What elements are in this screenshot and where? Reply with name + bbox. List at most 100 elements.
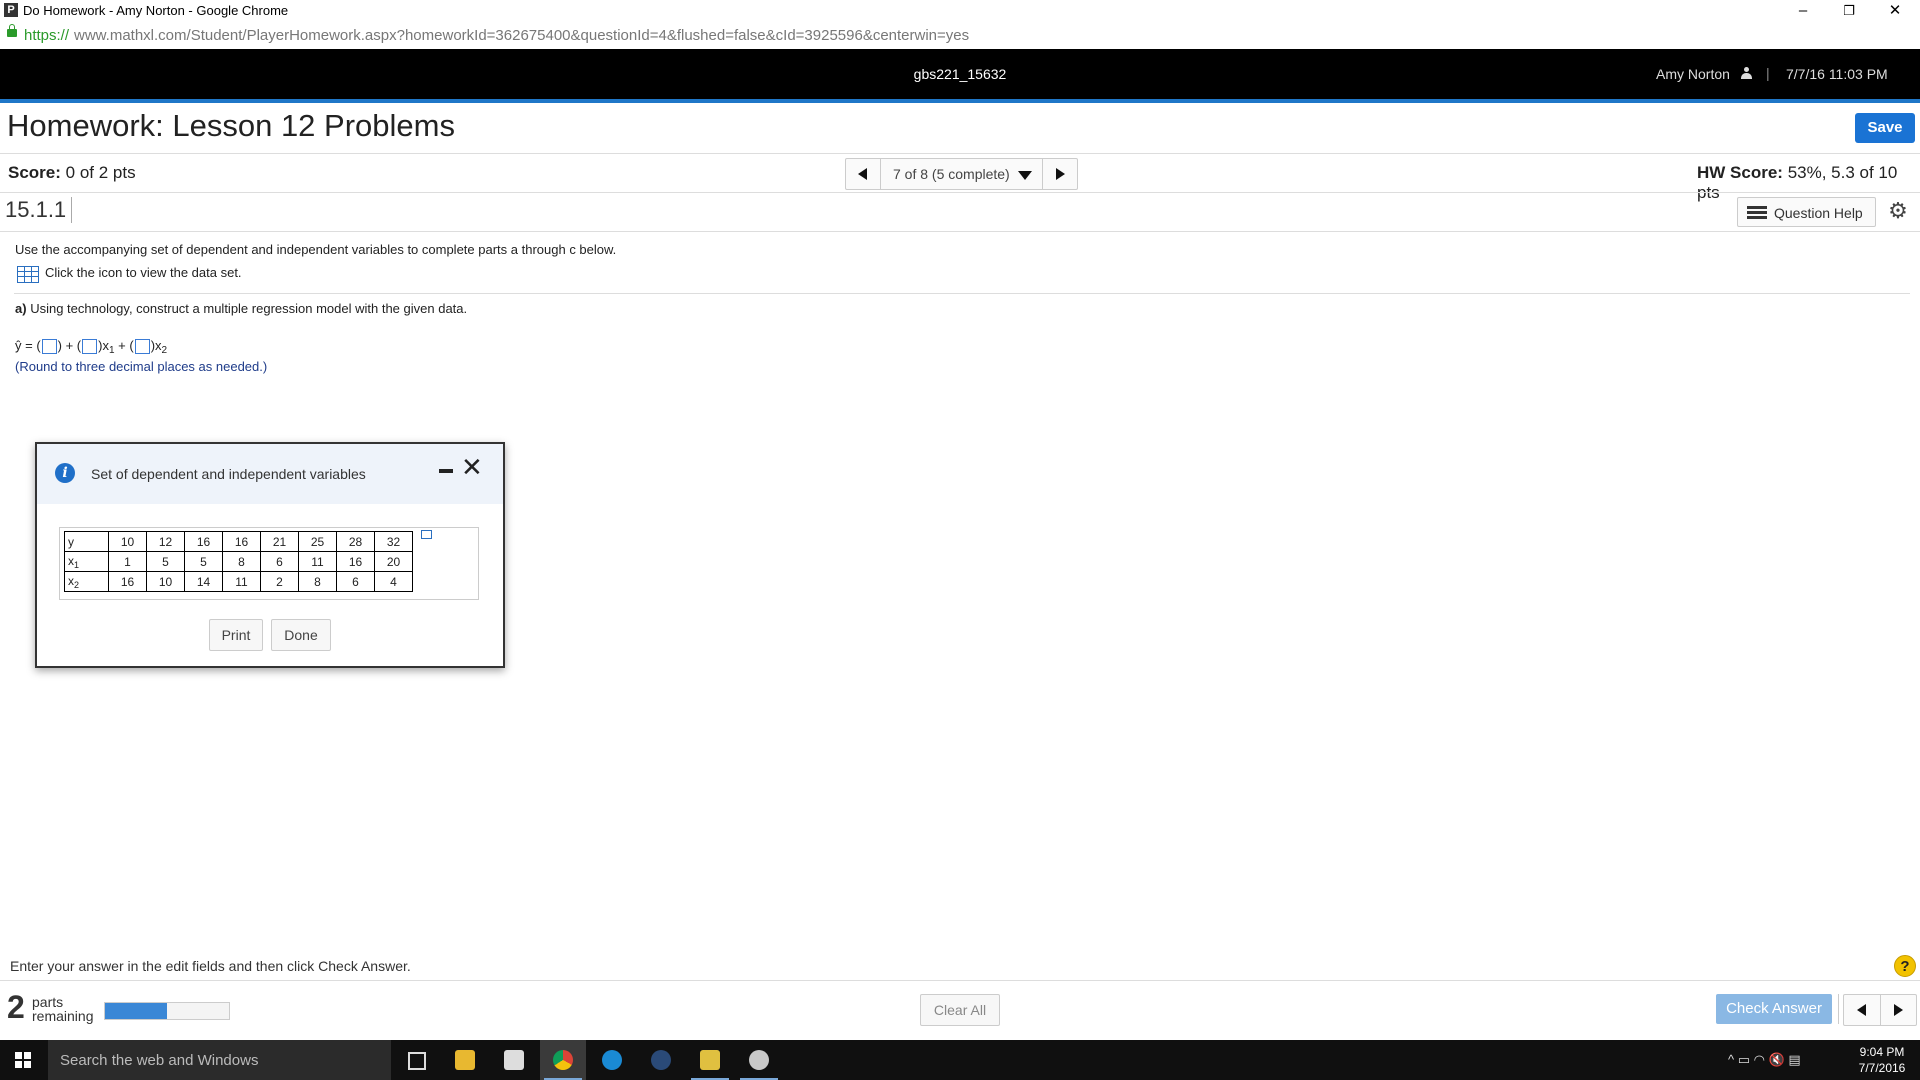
data-cell: 6 [260,551,299,572]
print-button[interactable]: Print [209,619,263,651]
question-navigator: 7 of 8 (5 complete) [845,158,1078,190]
data-cell: 32 [374,531,413,552]
system-tray-icons[interactable]: ^ ▭ ◠ 🔇 ▤ [1728,1052,1801,1068]
course-name: gbs221_15632 [913,66,1007,82]
divider [14,293,1910,294]
app-button[interactable] [687,1040,733,1080]
data-cell: 28 [336,531,375,552]
taskbar-search[interactable]: Search the web and Windows [48,1040,391,1080]
store-button[interactable] [491,1040,537,1080]
arrow-right-icon [1894,1004,1903,1016]
user-name[interactable]: Amy Norton [1656,66,1730,82]
data-cell: 20 [374,551,413,572]
row-subscript: 2 [74,579,80,590]
row-subscript: 1 [74,559,80,570]
restore-window-button[interactable]: ❐ [1826,0,1872,23]
parts-progress-bar [104,1002,230,1020]
question-help-label: Question Help [1774,205,1863,221]
skype-icon [602,1050,622,1070]
row-variable: y [68,534,74,549]
data-cell: 25 [298,531,337,552]
gear-icon[interactable]: ⚙ [1887,200,1909,222]
divider [0,980,1920,981]
hw-score-label: HW Score: [1697,163,1783,182]
data-table-row: y 10 12 16 16 21 25 28 32 [64,531,413,552]
done-button[interactable]: Done [271,619,331,651]
arrow-left-icon [1857,1004,1866,1016]
question-help-button[interactable]: Question Help [1737,197,1876,227]
arrow-left-icon [858,168,867,180]
close-dialog-icon[interactable]: ✕ [461,454,483,480]
header-separator: | [1766,65,1770,81]
eq-text: + ( [114,338,134,353]
user-icon[interactable] [1741,67,1752,79]
check-answer-button[interactable]: Check Answer [1716,994,1832,1024]
caret-down-icon[interactable] [1018,171,1032,180]
row-header: y [64,531,109,552]
x1-coefficient-input[interactable] [82,339,98,355]
data-cell: 16 [222,531,261,552]
folder-app-icon [700,1050,720,1070]
next-question-button[interactable] [1880,995,1916,1025]
part-a-prompt: a) Using technology, construct a multipl… [15,301,467,316]
save-button[interactable]: Save [1855,113,1915,143]
dialog-title: Set of dependent and independent variabl… [91,466,366,482]
next-question-button[interactable] [1042,159,1077,189]
answer-instruction: Enter your answer in the edit fields and… [10,958,411,974]
row-header: x2 [64,571,109,592]
clock-time: 9:04 PM [1859,1045,1905,1059]
data-cell: 11 [298,551,337,572]
url-text[interactable]: www.mathxl.com/Student/PlayerHomework.as… [74,27,969,44]
data-set-dialog: i Set of dependent and independent varia… [35,442,505,668]
question-position-dropdown[interactable]: 7 of 8 (5 complete) [893,166,1010,182]
page-title: Homework: Lesson 12 Problems [7,108,455,143]
address-bar[interactable]: https:// www.mathxl.com/Student/PlayerHo… [0,23,1920,50]
clock-date: 7/7/2016 [1858,1061,1906,1075]
eq-text: = ( [21,338,41,353]
row-header: x1 [64,551,109,572]
site-header: gbs221_15632 Amy Norton | 7/7/16 11:03 P… [0,49,1920,99]
file-explorer-button[interactable] [442,1040,488,1080]
previous-question-button[interactable] [846,159,881,189]
regression-equation: ŷ = () + ()x1 + ()x2 [15,338,167,356]
data-cell: 11 [222,571,261,592]
clear-all-button[interactable]: Clear All [920,994,1000,1026]
minimize-dialog-icon[interactable] [439,469,453,473]
data-cell: 16 [184,531,223,552]
paint-button[interactable] [736,1040,782,1080]
close-window-button[interactable]: ✕ [1872,0,1918,23]
previous-question-button[interactable] [1844,995,1881,1025]
eq-subscript: 2 [161,345,168,356]
copy-data-icon[interactable] [421,530,432,539]
info-icon: i [55,463,75,483]
windows-start-icon[interactable] [15,1052,31,1068]
data-cell: 8 [222,551,261,572]
header-datetime: 7/7/16 11:03 PM [1786,66,1888,82]
parts-remaining-label: parts remaining [32,995,93,1023]
steam-button[interactable] [638,1040,684,1080]
data-cell: 14 [184,571,223,592]
taskbar-clock[interactable]: 9:04 PM 7/7/2016 [1852,1044,1912,1076]
score-label: Score: [8,163,61,182]
data-cell: 21 [260,531,299,552]
chrome-taskbar-button[interactable] [540,1040,586,1080]
arrow-right-icon [1056,168,1065,180]
part-a-label: a) [15,301,27,316]
minimize-window-button[interactable]: – [1780,0,1826,23]
divider [0,231,1920,232]
parts-label-line2: remaining [32,1008,94,1024]
data-table-row: x1 1 5 5 8 6 11 16 20 [64,551,413,572]
data-cell: 16 [336,551,375,572]
text-cursor [71,197,72,223]
url-scheme: https:// [24,27,70,44]
task-view-button[interactable] [393,1040,439,1080]
progress-fill [105,1003,167,1019]
help-icon[interactable]: ? [1894,955,1916,977]
skype-button[interactable] [589,1040,635,1080]
data-table-icon[interactable] [17,266,39,283]
dialog-header[interactable]: i Set of dependent and independent varia… [37,444,503,504]
x2-coefficient-input[interactable] [134,339,150,355]
list-icon [1747,206,1767,219]
intercept-input[interactable] [41,339,57,355]
steam-icon [651,1050,671,1070]
